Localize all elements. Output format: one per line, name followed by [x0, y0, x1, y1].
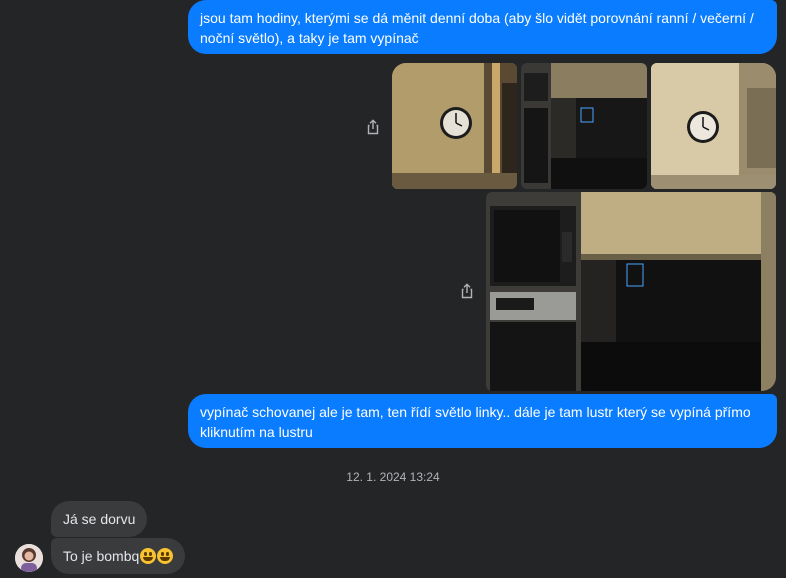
message-text: To je bombq: [63, 548, 140, 564]
outgoing-message[interactable]: jsou tam hodiny, kterými se dá měnit den…: [188, 0, 777, 54]
share-icon-glyph: [461, 283, 473, 299]
message-text: Já se dorvu: [63, 511, 136, 527]
incoming-message[interactable]: Já se dorvu: [51, 501, 148, 537]
message-text: jsou tam hodiny, kterými se dá měnit den…: [200, 10, 754, 46]
incoming-message[interactable]: To je bombq: [51, 538, 186, 574]
photo-clock-hallway[interactable]: [392, 63, 517, 189]
outgoing-message[interactable]: vypínač schovanej ale je tam, ten řídí s…: [188, 394, 777, 448]
photo-kitchen-oven[interactable]: [486, 192, 776, 391]
photo-clock-daylight[interactable]: [651, 63, 776, 189]
avatar[interactable]: [15, 544, 43, 572]
share-icon[interactable]: [456, 280, 478, 302]
grinning-face-icon: [140, 548, 157, 564]
photo-kitchen-dark[interactable]: [521, 63, 647, 189]
share-icon[interactable]: [362, 116, 384, 138]
share-icon-glyph: [367, 119, 379, 135]
grinning-face-icon: [157, 548, 174, 564]
message-text: vypínač schovanej ale je tam, ten řídí s…: [200, 404, 751, 440]
timestamp: 12. 1. 2024 13:24: [346, 470, 440, 484]
